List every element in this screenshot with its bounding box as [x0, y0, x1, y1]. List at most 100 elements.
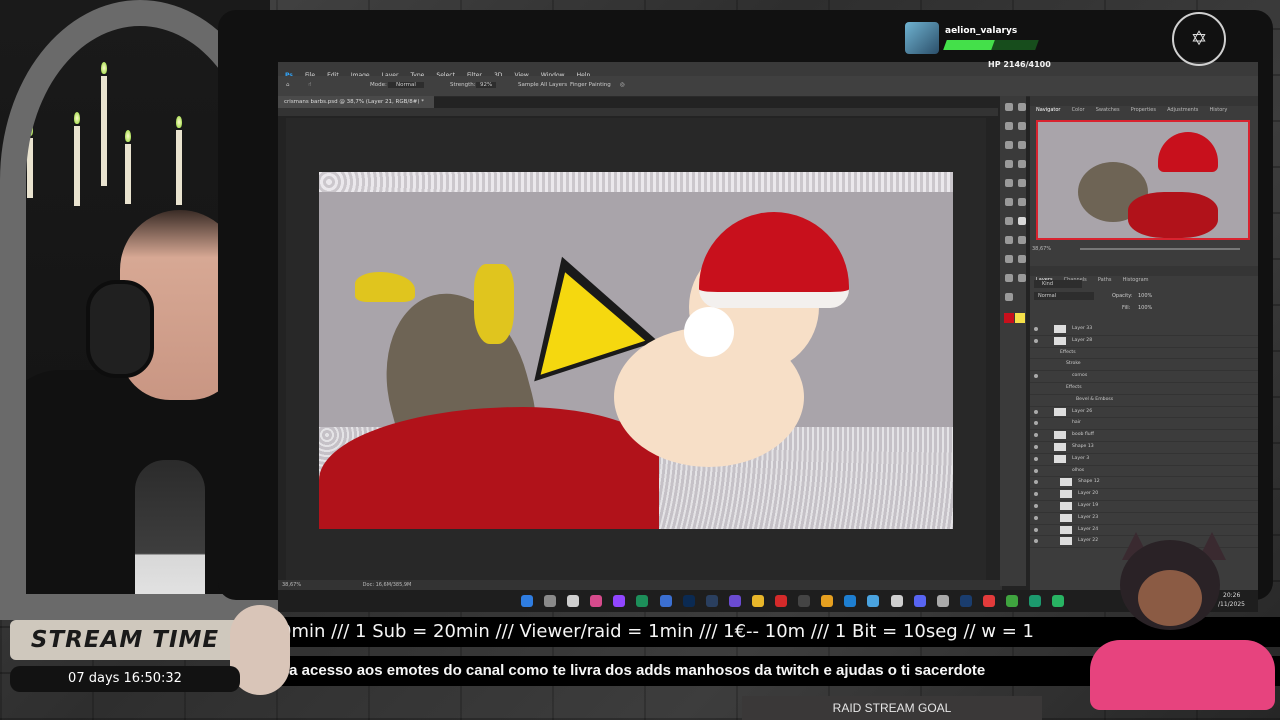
layer-effect-row[interactable]: Effects	[1030, 348, 1258, 360]
photos-icon[interactable]	[659, 595, 672, 607]
photoshop-taskbar-icon[interactable]	[682, 595, 695, 607]
eyedropper-icon[interactable]	[1005, 160, 1013, 168]
tab-swatches[interactable]: Swatches	[1096, 105, 1120, 115]
start-icon[interactable]	[521, 595, 533, 607]
app-icon[interactable]	[821, 595, 834, 607]
finger-painting-checkbox[interactable]: Finger Painting	[570, 82, 611, 88]
visibility-eye-icon[interactable]	[1034, 480, 1038, 485]
app-icon[interactable]	[728, 595, 741, 607]
type-tool-icon[interactable]	[1018, 236, 1026, 244]
layer-row[interactable]: Layer 20	[1030, 489, 1258, 501]
layer-row[interactable]: Layer 33	[1030, 324, 1258, 336]
layer-row[interactable]: Shape 12	[1030, 477, 1258, 490]
task-view-icon[interactable]	[544, 595, 557, 607]
visibility-eye-icon[interactable]	[1034, 421, 1038, 426]
tab-histogram[interactable]: Histogram	[1123, 275, 1149, 285]
tab-adjustments[interactable]: Adjustments	[1167, 105, 1198, 115]
epic-games-icon[interactable]	[798, 595, 811, 607]
eraser-icon[interactable]	[1018, 198, 1026, 206]
layer-row[interactable]: Layer 23	[1030, 513, 1258, 525]
layer-kind-filter[interactable]: Kind	[1034, 280, 1082, 288]
lasso-tool-icon[interactable]	[1005, 122, 1013, 130]
layer-effect-row[interactable]: Bevel & Emboss	[1030, 395, 1258, 407]
layer-row[interactable]: boob fluff	[1030, 430, 1258, 442]
tab-properties[interactable]: Properties	[1131, 105, 1156, 115]
visibility-eye-icon[interactable]	[1034, 456, 1038, 461]
visibility-eye-icon[interactable]	[1034, 527, 1038, 532]
strength-input[interactable]: 92%	[476, 82, 497, 88]
discord-icon[interactable]	[913, 595, 926, 607]
xbox-icon[interactable]	[636, 595, 649, 607]
layer-row[interactable]: Layer 28	[1030, 336, 1258, 348]
visibility-eye-icon[interactable]	[1034, 468, 1038, 473]
visibility-eye-icon[interactable]	[1034, 492, 1038, 497]
stamp-tool-icon[interactable]	[1018, 179, 1026, 187]
shape-tool-icon[interactable]	[1018, 255, 1026, 263]
smudge-tool-icon[interactable]	[1018, 217, 1026, 225]
marquee-tool-icon[interactable]	[1018, 103, 1026, 111]
visibility-eye-icon[interactable]	[1034, 409, 1038, 414]
layer-group-row[interactable]: cornos	[1030, 371, 1258, 383]
hand-tool-icon[interactable]	[1005, 274, 1013, 282]
app-icon[interactable]	[1052, 595, 1065, 607]
opacity-input[interactable]: 100%	[1138, 293, 1152, 299]
smudge-tool-icon[interactable]: ☝	[308, 82, 311, 88]
visibility-eye-icon[interactable]	[1034, 444, 1038, 449]
more-tools-icon[interactable]	[1005, 293, 1013, 301]
visibility-eye-icon[interactable]	[1034, 539, 1038, 544]
layer-row[interactable]: Shape 13	[1030, 442, 1258, 454]
visibility-eye-icon[interactable]	[1034, 327, 1038, 331]
blend-mode-select[interactable]: Normal	[1034, 292, 1094, 300]
history-brush-icon[interactable]	[1005, 198, 1013, 206]
visibility-eye-icon[interactable]	[1034, 503, 1038, 508]
layer-effect-row[interactable]: Effects	[1030, 383, 1258, 395]
visibility-eye-icon[interactable]	[1034, 374, 1038, 379]
app-icon[interactable]	[867, 595, 880, 607]
pressure-icon[interactable]: ◎	[620, 82, 625, 88]
path-select-icon[interactable]	[1005, 255, 1013, 263]
app-icon[interactable]	[775, 595, 788, 607]
frame-tool-icon[interactable]	[1018, 141, 1026, 149]
instagram-icon[interactable]	[590, 595, 603, 607]
layer-row[interactable]: Layer 19	[1030, 501, 1258, 513]
steam-icon[interactable]	[705, 595, 718, 607]
fill-input[interactable]: 100%	[1138, 305, 1152, 311]
pen-tool-icon[interactable]	[1005, 236, 1013, 244]
layer-row[interactable]: Layer 26	[1030, 407, 1258, 419]
photoshop-taskbar-icon[interactable]	[959, 595, 972, 607]
magic-wand-icon[interactable]	[1018, 122, 1026, 130]
artwork-canvas[interactable]	[319, 172, 953, 529]
tab-history[interactable]: History	[1209, 105, 1227, 115]
minecraft-icon[interactable]	[1005, 595, 1018, 607]
navigator-preview[interactable]	[1036, 120, 1250, 240]
status-zoom[interactable]: 38,67%	[282, 582, 301, 588]
navigator-zoom[interactable]: 38,67%	[1032, 246, 1051, 252]
sample-all-layers-checkbox[interactable]: Sample All Layers	[518, 82, 567, 88]
foreground-color-swatch[interactable]	[1004, 313, 1014, 323]
background-color-swatch[interactable]	[1015, 313, 1026, 323]
healing-brush-icon[interactable]	[1018, 160, 1026, 168]
visibility-eye-icon[interactable]	[1034, 338, 1038, 343]
document-tab[interactable]: crismans barbs.psd @ 38,7% (Layer 21, RG…	[278, 96, 434, 108]
mode-select[interactable]: Normal	[388, 82, 424, 88]
twitch-icon[interactable]	[613, 595, 626, 607]
layer-group-row[interactable]: olhos	[1030, 466, 1258, 478]
navigator-zoom-slider[interactable]	[1080, 248, 1240, 250]
tab-color[interactable]: Color	[1072, 105, 1085, 115]
visibility-eye-icon[interactable]	[1034, 433, 1038, 438]
layer-row[interactable]: Layer 3	[1030, 454, 1258, 466]
tab-paths[interactable]: Paths	[1098, 275, 1112, 285]
visibility-eye-icon[interactable]	[1034, 515, 1038, 520]
home-icon[interactable]: ⌂	[286, 82, 290, 88]
file-explorer-icon[interactable]	[751, 595, 764, 607]
widgets-icon[interactable]	[567, 595, 580, 607]
layer-effect-row[interactable]: Stroke	[1030, 359, 1258, 372]
gradient-tool-icon[interactable]	[1005, 217, 1013, 225]
brush-tool-icon[interactable]	[1005, 179, 1013, 187]
app-icon[interactable]	[982, 595, 995, 607]
layer-group-row[interactable]: hair	[1030, 418, 1258, 431]
app-icon[interactable]	[1029, 595, 1042, 607]
tab-navigator[interactable]: Navigator	[1036, 105, 1060, 115]
edge-icon[interactable]	[844, 595, 857, 607]
move-tool-icon[interactable]	[1005, 103, 1013, 111]
